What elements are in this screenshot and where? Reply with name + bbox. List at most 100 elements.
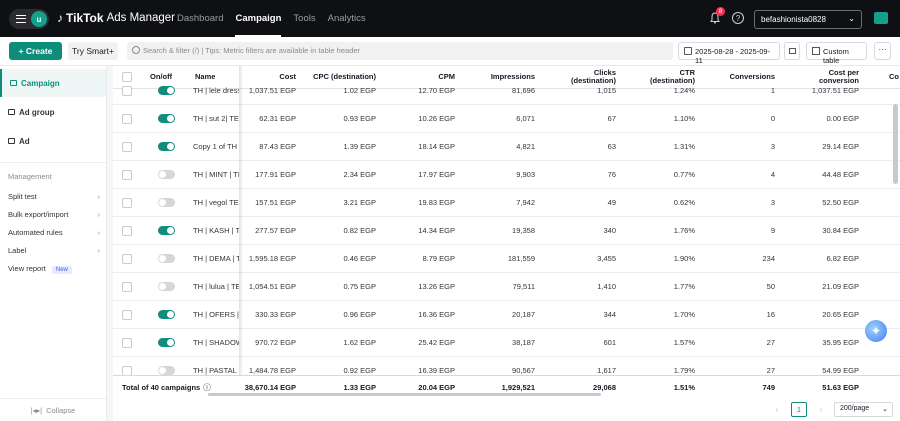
cell-cpc: 1.02 EGP [343,86,376,95]
campaign-name[interactable]: TH | sut 2| TE [193,105,239,132]
row-checkbox-cell[interactable] [122,273,132,300]
prev-page-button[interactable]: ‹ [769,402,785,417]
status-toggle[interactable] [158,254,175,263]
campaign-name[interactable]: TH | lele dress [193,77,239,104]
nav-dashboard[interactable]: Dashboard [177,0,223,37]
row-checkbox-cell[interactable] [122,329,132,356]
table-row[interactable]: TH | vegol TES 157.51 EGP 3.21 EGP 19.83 EG… [113,189,900,217]
row-checkbox-cell[interactable] [122,301,132,328]
sidebar-link-label[interactable]: Label › [8,246,100,255]
help-icon[interactable]: ? [732,12,744,24]
checkbox[interactable] [122,197,132,208]
checkbox[interactable] [122,141,132,152]
sidebar-link-view-report[interactable]: View report New [8,264,100,274]
toggle-cell[interactable] [158,105,175,132]
main-menu-button[interactable]: u [9,9,49,29]
campaign-name[interactable]: TH | MINT | TE [193,161,239,188]
create-button[interactable]: + Create [9,42,62,60]
toggle-cell[interactable] [158,133,175,160]
page-size-select[interactable]: 200/page ⌄ [834,402,893,417]
status-toggle[interactable] [158,282,175,291]
status-toggle[interactable] [158,226,175,235]
info-icon[interactable]: ⓘ [203,382,211,393]
campaign-name[interactable]: Copy 1 of TH [193,133,239,160]
table-row[interactable]: TH | lele dress 1,037.51 EGP 1.02 EGP 12.70… [113,77,900,105]
date-range-picker[interactable]: 2025-08-28 - 2025-09-11 [678,42,780,65]
status-toggle[interactable] [158,86,175,95]
table-row[interactable]: TH | DEMA | T 1,595.18 EGP 0.46 EGP 8.79 EG… [113,245,900,273]
toggle-cell[interactable] [158,189,175,216]
try-smart-button[interactable]: Try Smart+ [68,42,118,60]
row-checkbox-cell[interactable] [122,189,132,216]
nav-campaign[interactable]: Campaign [235,0,281,37]
row-checkbox-cell[interactable] [122,161,132,188]
status-toggle[interactable] [158,338,175,347]
toggle-cell[interactable] [158,161,175,188]
table-row[interactable]: TH | lulua | TE 1,054.51 EGP 0.75 EGP 13.26… [113,273,900,301]
status-toggle[interactable] [158,366,175,375]
table-row[interactable]: TH | MINT | TE 177.91 EGP 2.34 EGP 17.97 EG… [113,161,900,189]
sidebar-link-split-test[interactable]: Split test › [8,192,100,201]
search-input[interactable]: Search & filter (/) | Tips: Metric filte… [127,42,673,60]
nav-tools[interactable]: Tools [293,0,315,37]
row-checkbox-cell[interactable] [122,77,132,104]
checkbox[interactable] [122,225,132,236]
ai-assistant-button[interactable]: ✦ [865,320,887,342]
campaign-name[interactable]: TH | SHADOW [193,329,239,356]
campaign-name[interactable]: TH | vegol TES [193,189,239,216]
status-toggle[interactable] [158,198,175,207]
checkbox[interactable] [122,85,132,96]
campaign-name[interactable]: TH | OFERS | T [193,301,239,328]
sidebar-link-automated-rules[interactable]: Automated rules › [8,228,100,237]
checkbox[interactable] [122,337,132,348]
status-toggle[interactable] [158,142,175,151]
row-checkbox-cell[interactable] [122,217,132,244]
table-row[interactable]: Copy 1 of TH 87.43 EGP 1.39 EGP 18.14 EGP 4,… [113,133,900,161]
table-row[interactable]: TH | KASH | T 277.57 EGP 0.82 EGP 14.34 EGP… [113,217,900,245]
toggle-cell[interactable] [158,217,175,244]
account-selector[interactable]: befashionista0828 ⌄ [754,10,862,29]
sidebar-item-campaign[interactable]: Campaign [0,69,106,97]
campaign-name[interactable]: TH | DEMA | T [193,245,239,272]
chevron-right-icon: › [97,228,101,237]
shop-icon[interactable] [874,12,888,24]
row-checkbox-cell[interactable] [122,245,132,272]
status-toggle[interactable] [158,114,175,123]
table-row[interactable]: TH | OFERS | T 330.33 EGP 0.96 EGP 16.36 EG… [113,301,900,329]
checkbox[interactable] [122,169,132,180]
row-checkbox-cell[interactable] [122,105,132,132]
toggle-cell[interactable] [158,77,175,104]
campaign-name[interactable]: TH | lulua | TE [193,273,239,300]
campaign-name[interactable]: TH | KASH | T [193,217,239,244]
horizontal-scrollbar[interactable] [208,393,601,396]
next-page-button[interactable]: › [813,402,829,417]
more-options-button[interactable]: ··· [874,42,891,60]
toggle-cell[interactable] [158,329,175,356]
checkbox[interactable] [122,253,132,264]
toggle-cell[interactable] [158,301,175,328]
compare-button[interactable] [784,42,800,60]
table-row[interactable]: TH | SHADOW 970.72 EGP 1.62 EGP 25.42 EGP 38… [113,329,900,357]
toggle-cell[interactable] [158,245,175,272]
checkbox[interactable] [122,113,132,124]
chevron-down-icon: ⌄ [848,14,855,23]
custom-table-button[interactable]: Custom table [806,42,867,65]
page-number-button[interactable]: 1 [791,402,807,417]
sidebar-item-ad-group[interactable]: Ad group [0,98,106,126]
sidebar-link-bulk-export[interactable]: Bulk export/import › [8,210,100,219]
nav-analytics[interactable]: Analytics [328,0,366,37]
sidebar-item-ad[interactable]: Ad [0,127,106,155]
status-toggle[interactable] [158,170,175,179]
app-logo[interactable]: ♪ TikTok Ads Manager [57,11,175,25]
cell-conversions: 234 [762,254,775,263]
toggle-cell[interactable] [158,273,175,300]
collapse-button[interactable]: |◂▸| Collapse [0,398,106,421]
vertical-scrollbar[interactable] [893,104,898,184]
user-avatar[interactable]: u [31,11,47,27]
checkbox[interactable] [122,309,132,320]
row-checkbox-cell[interactable] [122,133,132,160]
checkbox[interactable] [122,365,132,376]
checkbox[interactable] [122,281,132,292]
table-row[interactable]: TH | sut 2| TE 62.31 EGP 0.93 EGP 10.26 EGP… [113,105,900,133]
status-toggle[interactable] [158,310,175,319]
